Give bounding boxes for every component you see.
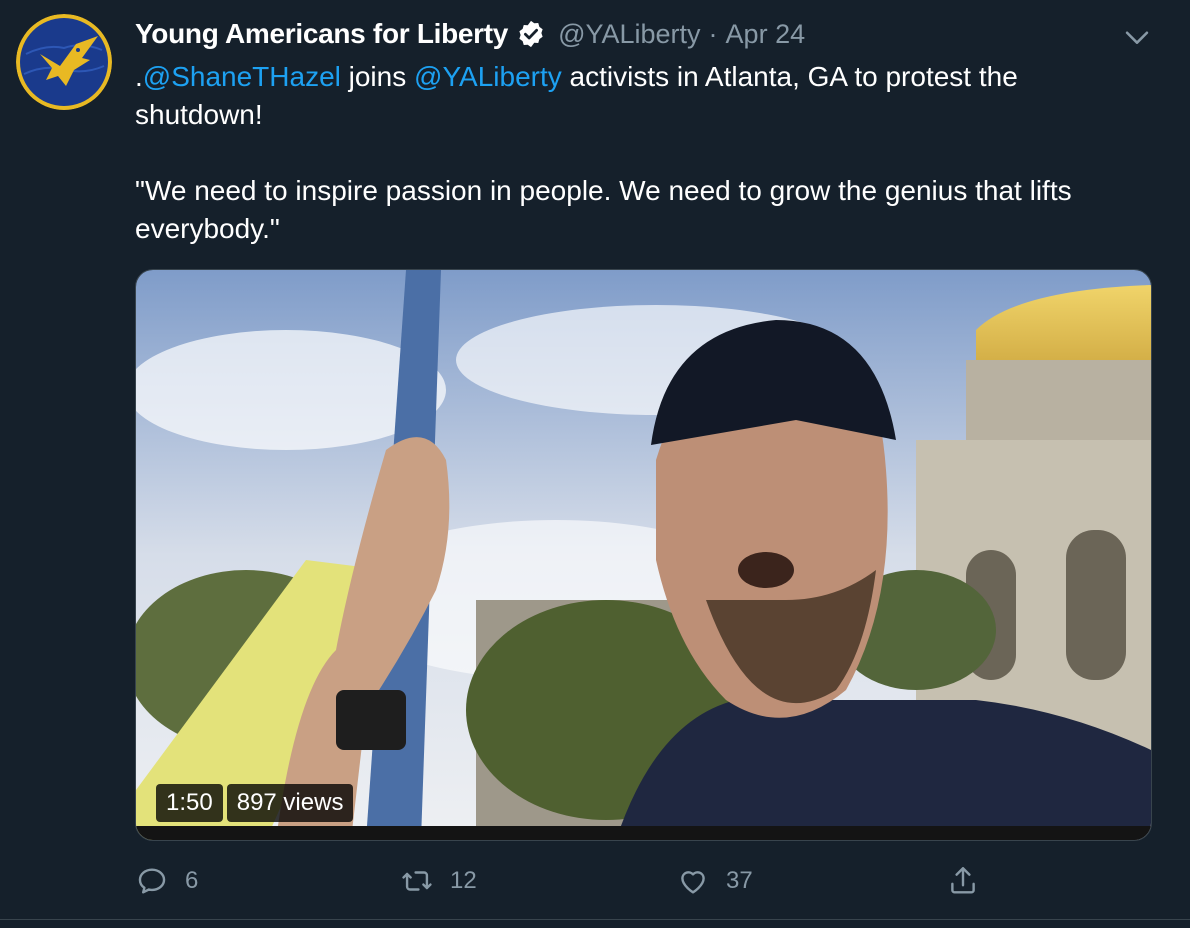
mention-link[interactable]: @YALiberty	[414, 61, 562, 92]
video-player[interactable]: 1:50 897 views	[135, 269, 1152, 841]
author-name[interactable]: Young Americans for Liberty	[135, 18, 508, 50]
divider	[0, 919, 1190, 920]
video-views: 897 views	[226, 784, 354, 822]
video-thumbnail	[136, 270, 1151, 840]
retweet-button[interactable]: 12	[400, 864, 477, 898]
reply-button[interactable]: 6	[135, 864, 198, 898]
retweet-count: 12	[450, 867, 477, 894]
tweet-actions: 6 12 37	[0, 858, 1190, 908]
reply-count: 6	[185, 867, 199, 894]
mention-link[interactable]: @ShaneTHazel	[143, 61, 341, 92]
retweet-icon	[402, 871, 432, 891]
share-icon	[951, 867, 975, 894]
text-middle: joins	[340, 61, 415, 92]
separator-dot: ·	[708, 18, 718, 49]
eagle-logo-icon	[16, 14, 112, 110]
tweet-header: Young Americans for Liberty @YALiberty ·…	[135, 14, 805, 54]
reply-icon	[138, 868, 166, 894]
author-handle[interactable]: @YALiberty	[558, 19, 700, 50]
text-prefix: .	[135, 61, 143, 92]
tweet-text-line: .@ShaneTHazel joins @YALiberty activists…	[135, 58, 1135, 134]
video-duration: 1:50	[156, 784, 223, 822]
like-count: 37	[726, 867, 753, 894]
share-button[interactable]	[946, 864, 980, 898]
avatar[interactable]	[16, 14, 112, 110]
chevron-down-icon[interactable]	[1120, 20, 1154, 54]
tweet-text: .@ShaneTHazel joins @YALiberty activists…	[135, 58, 1135, 248]
video-badges: 1:50 897 views	[156, 784, 354, 822]
heart-icon	[681, 871, 705, 894]
like-button[interactable]: 37	[676, 864, 753, 898]
tweet-quote: "We need to inspire passion in people. W…	[135, 175, 1072, 244]
tweet-date[interactable]: Apr 24	[726, 19, 806, 50]
verified-badge-icon	[516, 19, 546, 49]
